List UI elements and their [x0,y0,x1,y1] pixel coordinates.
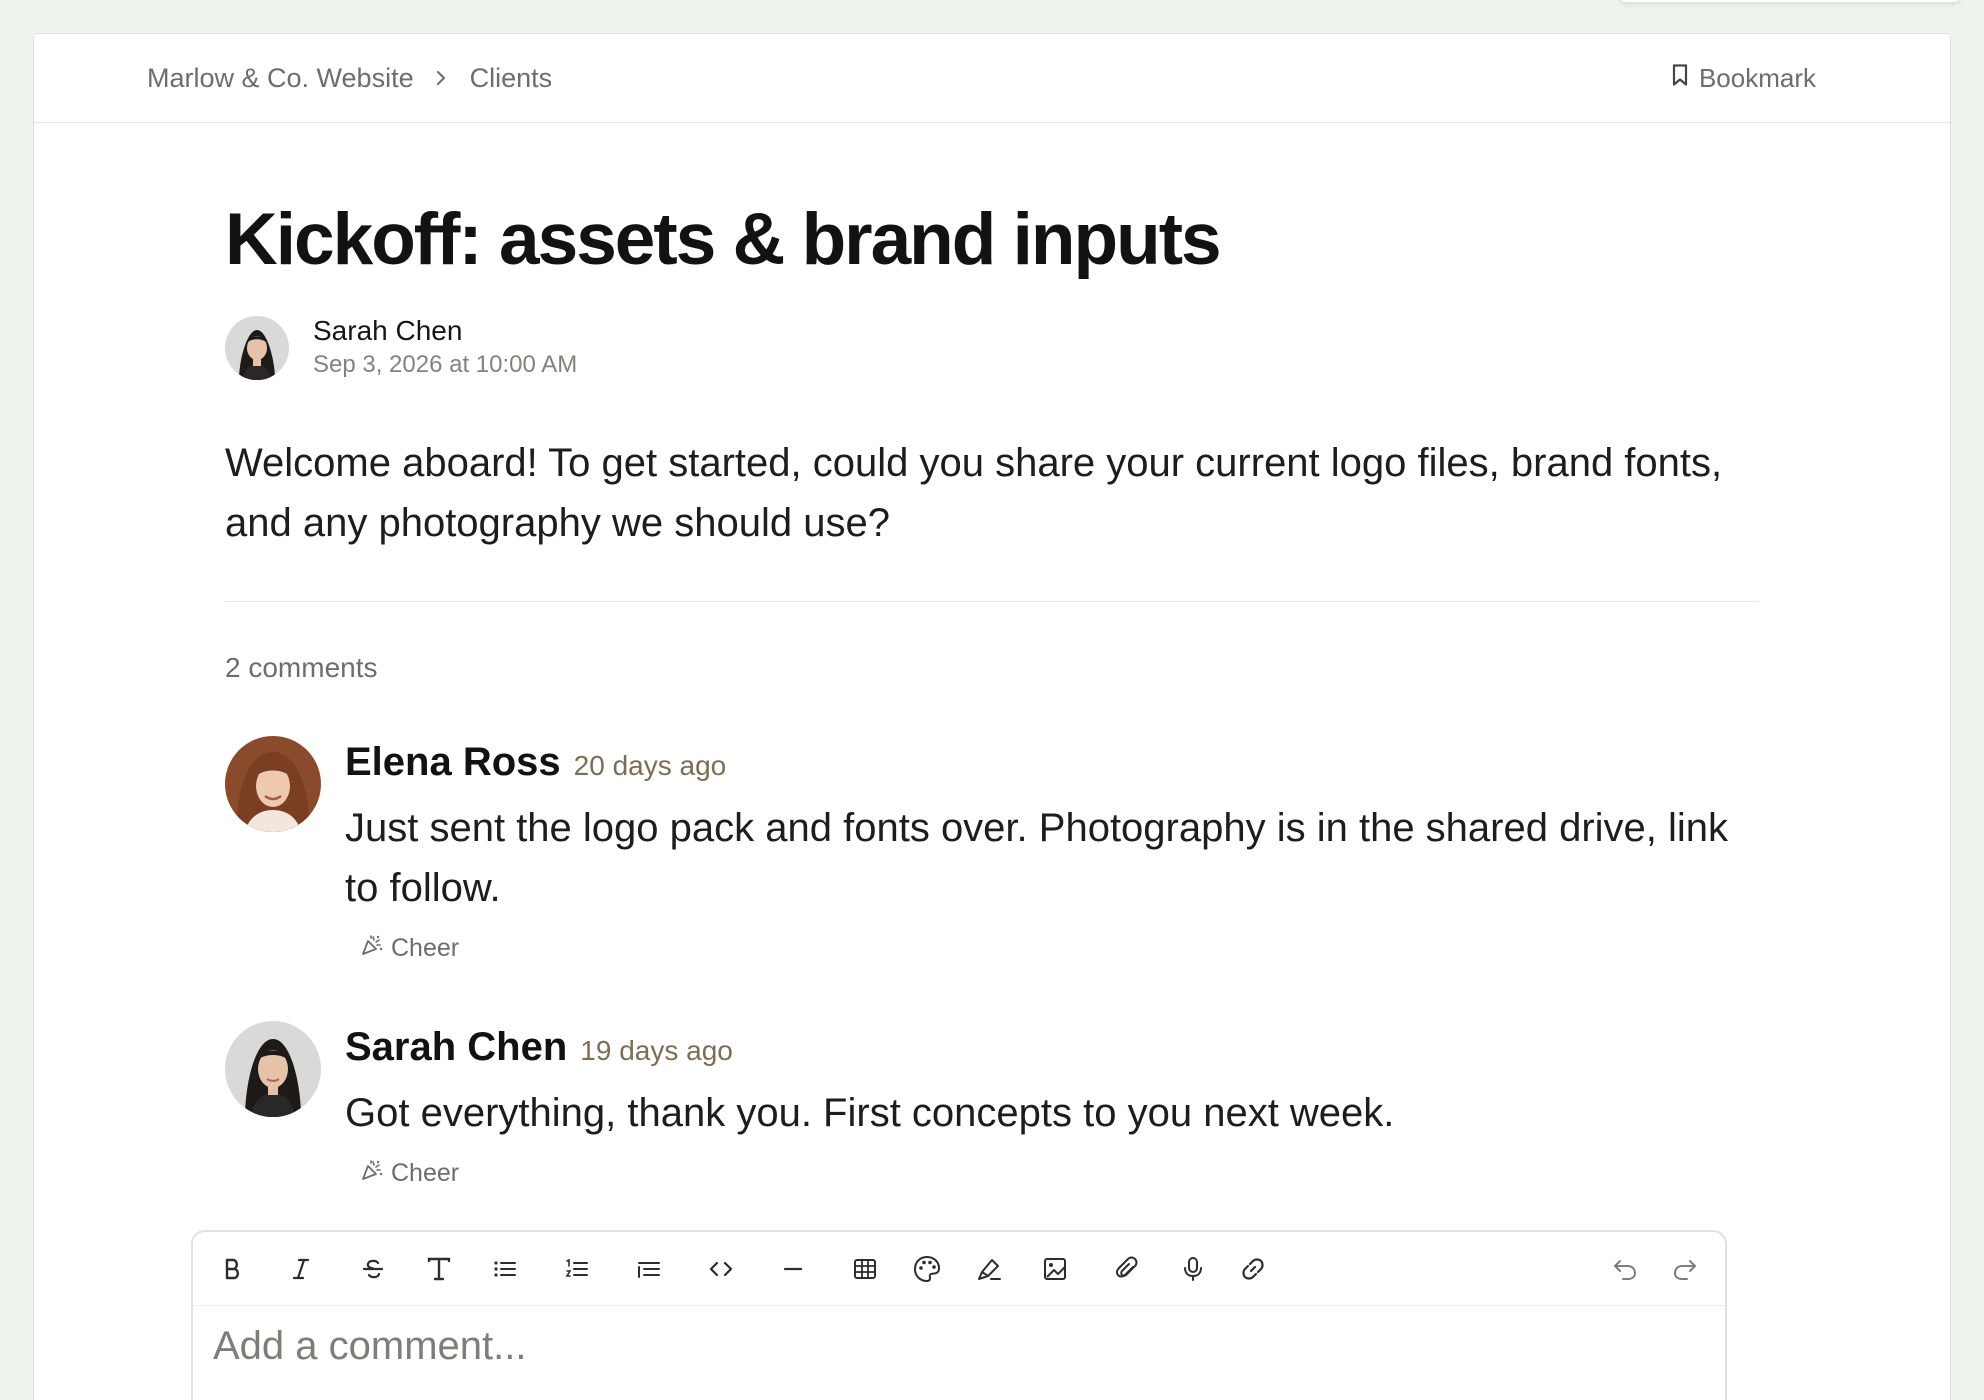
table-icon[interactable] [845,1249,885,1289]
comment-input-area [193,1306,1725,1387]
italic-icon[interactable] [281,1249,321,1289]
avatar[interactable] [225,315,289,380]
undo-icon[interactable] [1605,1249,1645,1289]
comment-input[interactable] [213,1324,1705,1369]
comment-timestamp[interactable]: 19 days ago [580,1031,733,1071]
cheer-button[interactable]: Cheer [361,934,459,963]
avatar[interactable] [225,736,321,832]
microphone-icon[interactable] [1173,1249,1213,1289]
breadcrumb: Marlow & Co. Website Clients [147,63,552,94]
comment-timestamp[interactable]: 20 days ago [574,746,727,786]
history-controls [1605,1249,1705,1289]
redo-icon[interactable] [1665,1249,1705,1289]
comment-count: 2 comments [225,652,378,683]
cheer-button[interactable]: Cheer [361,1159,459,1188]
cheer-label: Cheer [391,1159,460,1187]
party-popper-icon [361,1159,383,1188]
bold-icon[interactable] [213,1249,253,1289]
comment-editor [191,1230,1727,1400]
comment-text: Got everything, thank you. First concept… [345,1091,1395,1135]
strikethrough-icon[interactable] [353,1249,393,1289]
image-icon[interactable] [1035,1249,1075,1289]
comment: Sarah Chen 19 days ago Got everything, t… [225,1021,1758,1188]
avatar[interactable] [225,1021,321,1117]
page-header: Marlow & Co. Website Clients Bookmark [34,34,1950,123]
post-author-name[interactable]: Sarah Chen [313,314,577,348]
attachment-icon[interactable] [1107,1249,1147,1289]
divider [225,601,1758,602]
code-icon[interactable] [701,1249,741,1289]
post-author: Sarah Chen Sep 3, 2026 at 10:00 AM [225,314,1758,381]
post-content: Kickoff: assets & brand inputs Sarah Che… [34,203,1950,1188]
bookmark-label: Bookmark [1698,62,1816,93]
indent-list-icon[interactable] [629,1249,669,1289]
bookmark-button[interactable]: Bookmark [1671,63,1816,94]
comment-author[interactable]: Sarah Chen [345,1027,567,1067]
cheer-label: Cheer [391,934,460,962]
highlight-icon[interactable] [969,1249,1009,1289]
comment-author[interactable]: Elena Ross [345,742,561,782]
popover-edge [1620,0,1960,2]
palette-icon[interactable] [907,1249,947,1289]
comment-text: Just sent the logo pack and fonts over. … [345,806,1729,910]
party-popper-icon [361,934,383,963]
heading-icon[interactable] [419,1249,459,1289]
numbered-list-icon[interactable] [557,1249,597,1289]
chevron-right-icon [434,69,448,87]
editor-toolbar [193,1232,1725,1306]
message-card: Marlow & Co. Website Clients Bookmark Ki… [33,33,1951,1400]
breadcrumb-project[interactable]: Marlow & Co. Website [147,63,414,94]
link-icon[interactable] [1233,1249,1273,1289]
breadcrumb-clients[interactable]: Clients [470,63,553,94]
post-date: Sep 3, 2026 at 10:00 AM [313,351,578,378]
horizontal-rule-icon[interactable] [773,1249,813,1289]
bookmark-icon [1671,63,1689,94]
post-body: Welcome aboard! To get started, could yo… [225,441,1723,545]
post-title: Kickoff: assets & brand inputs [225,199,1222,280]
bullet-list-icon[interactable] [485,1249,525,1289]
comment: Elena Ross 20 days ago Just sent the log… [225,736,1758,963]
